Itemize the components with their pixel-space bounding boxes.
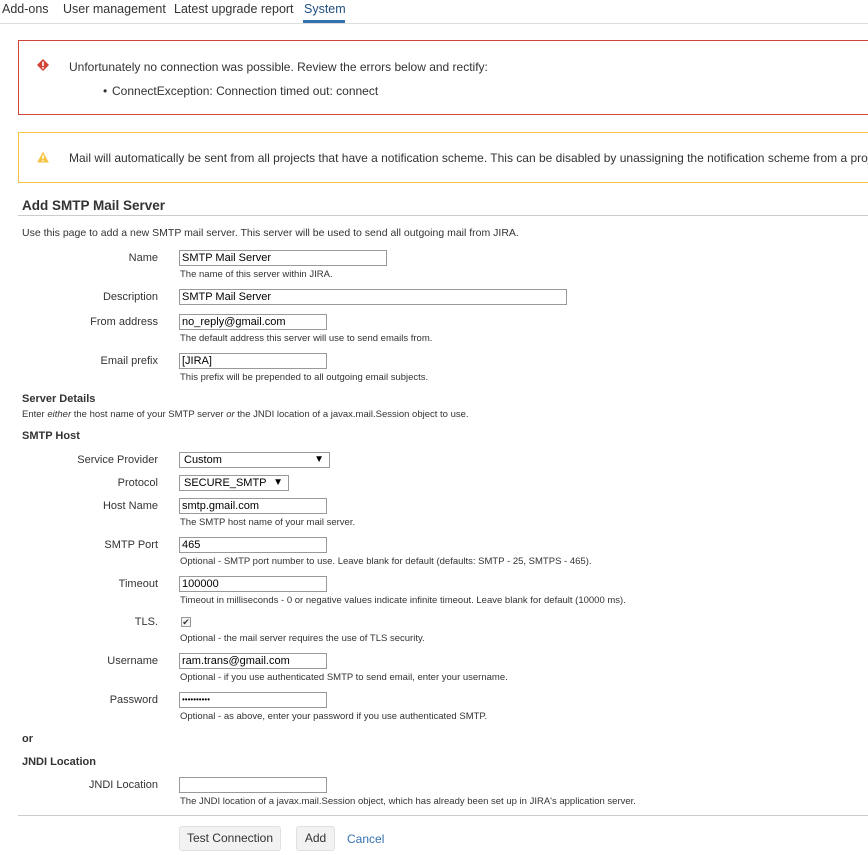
email-prefix-hint: This prefix will be prepended to all out…: [180, 372, 429, 383]
checkmark-icon: ✔: [182, 617, 190, 627]
timeout-hint: Timeout in milliseconds - 0 or negative …: [180, 595, 626, 606]
page-title: Add SMTP Mail Server: [22, 198, 166, 213]
from-address-input[interactable]: no_reply@gmail.com: [179, 314, 327, 330]
from-address-hint: The default address this server will use…: [180, 333, 433, 344]
username-hint: Optional - if you use authenticated SMTP…: [180, 672, 508, 683]
note-or: or: [226, 409, 235, 420]
description-input[interactable]: SMTP Mail Server: [179, 289, 567, 305]
protocol-label: Protocol: [117, 477, 158, 489]
warning-message: Mail will automatically be sent from all…: [18, 132, 868, 183]
jndi-heading: JNDI Location: [22, 756, 96, 768]
password-hint: Optional - as above, enter your password…: [180, 711, 488, 722]
cancel-link[interactable]: Cancel: [347, 832, 384, 846]
note-either: either: [47, 409, 72, 420]
username-label: Username: [107, 655, 158, 667]
add-button[interactable]: Add: [296, 826, 335, 851]
username-input[interactable]: ram.trans@gmail.com: [179, 653, 327, 669]
host-name-input[interactable]: smtp.gmail.com: [179, 498, 327, 514]
protocol-select[interactable]: SECURE_SMTP ▼: [179, 475, 289, 491]
smtp-port-label: SMTP Port: [104, 539, 158, 551]
tls-hint: Optional - the mail server requires the …: [180, 633, 425, 644]
test-connection-button[interactable]: Test Connection: [179, 826, 281, 851]
note-mid: the host name of your SMTP server: [71, 409, 227, 420]
jndi-location-hint: The JNDI location of a javax.mail.Sessio…: [180, 796, 636, 807]
error-item: ConnectException: Connection timed out: …: [103, 84, 378, 98]
active-tab-indicator: [303, 20, 345, 23]
admin-tabs: Add-ons User management Latest upgrade r…: [0, 0, 868, 24]
error-item-text: ConnectException: Connection timed out: …: [112, 84, 379, 98]
error-title: Unfortunately no connection was possible…: [69, 60, 488, 74]
jndi-location-label: JNDI Location: [88, 779, 158, 791]
chevron-down-icon: ▼: [273, 477, 283, 488]
warning-icon: [37, 151, 49, 163]
password-label: Password: [109, 694, 158, 706]
note-pre: Enter: [22, 409, 48, 420]
note-post: the JNDI location of a javax.mail.Sessio…: [234, 409, 469, 420]
smtp-port-hint: Optional - SMTP port number to use. Leav…: [180, 556, 592, 567]
jndi-location-input[interactable]: [179, 777, 327, 793]
server-details-note: Enter either the host name of your SMTP …: [22, 409, 469, 420]
tab-user-management[interactable]: User management: [63, 2, 166, 16]
host-name-hint: The SMTP host name of your mail server.: [180, 517, 356, 528]
server-details-heading: Server Details: [22, 393, 96, 405]
service-provider-label: Service Provider: [77, 454, 158, 466]
service-provider-select[interactable]: Custom ▼: [179, 452, 330, 468]
error-message: Unfortunately no connection was possible…: [18, 40, 868, 115]
tab-latest-upgrade-report[interactable]: Latest upgrade report: [174, 2, 294, 16]
from-address-label: From address: [90, 316, 158, 328]
chevron-down-icon: ▼: [314, 454, 324, 465]
name-label: Name: [128, 252, 158, 264]
smtp-host-heading: SMTP Host: [22, 430, 80, 442]
tab-add-ons[interactable]: Add-ons: [2, 2, 49, 16]
timeout-input[interactable]: 100000: [179, 576, 327, 592]
name-input[interactable]: SMTP Mail Server: [179, 250, 387, 266]
protocol-value: SECURE_SMTP: [184, 477, 267, 489]
name-hint: The name of this server within JIRA.: [180, 269, 333, 280]
or-separator: or: [22, 733, 33, 745]
host-name-label: Host Name: [102, 500, 158, 512]
description-label: Description: [102, 291, 158, 303]
timeout-label: Timeout: [118, 578, 158, 590]
service-provider-value: Custom: [184, 454, 222, 466]
footer-divider: [18, 815, 868, 816]
error-icon: [37, 59, 49, 71]
section-divider: [18, 215, 868, 216]
email-prefix-input[interactable]: [JIRA]: [179, 353, 327, 369]
warning-text: Mail will automatically be sent from all…: [69, 151, 868, 165]
tls-label: TLS.: [134, 616, 158, 628]
tab-system[interactable]: System: [304, 2, 346, 16]
tls-checkbox[interactable]: ✔: [181, 617, 191, 627]
smtp-port-input[interactable]: 465: [179, 537, 327, 553]
email-prefix-label: Email prefix: [100, 355, 158, 367]
password-input[interactable]: ••••••••••: [179, 692, 327, 708]
page-description: Use this page to add a new SMTP mail ser…: [22, 227, 519, 239]
